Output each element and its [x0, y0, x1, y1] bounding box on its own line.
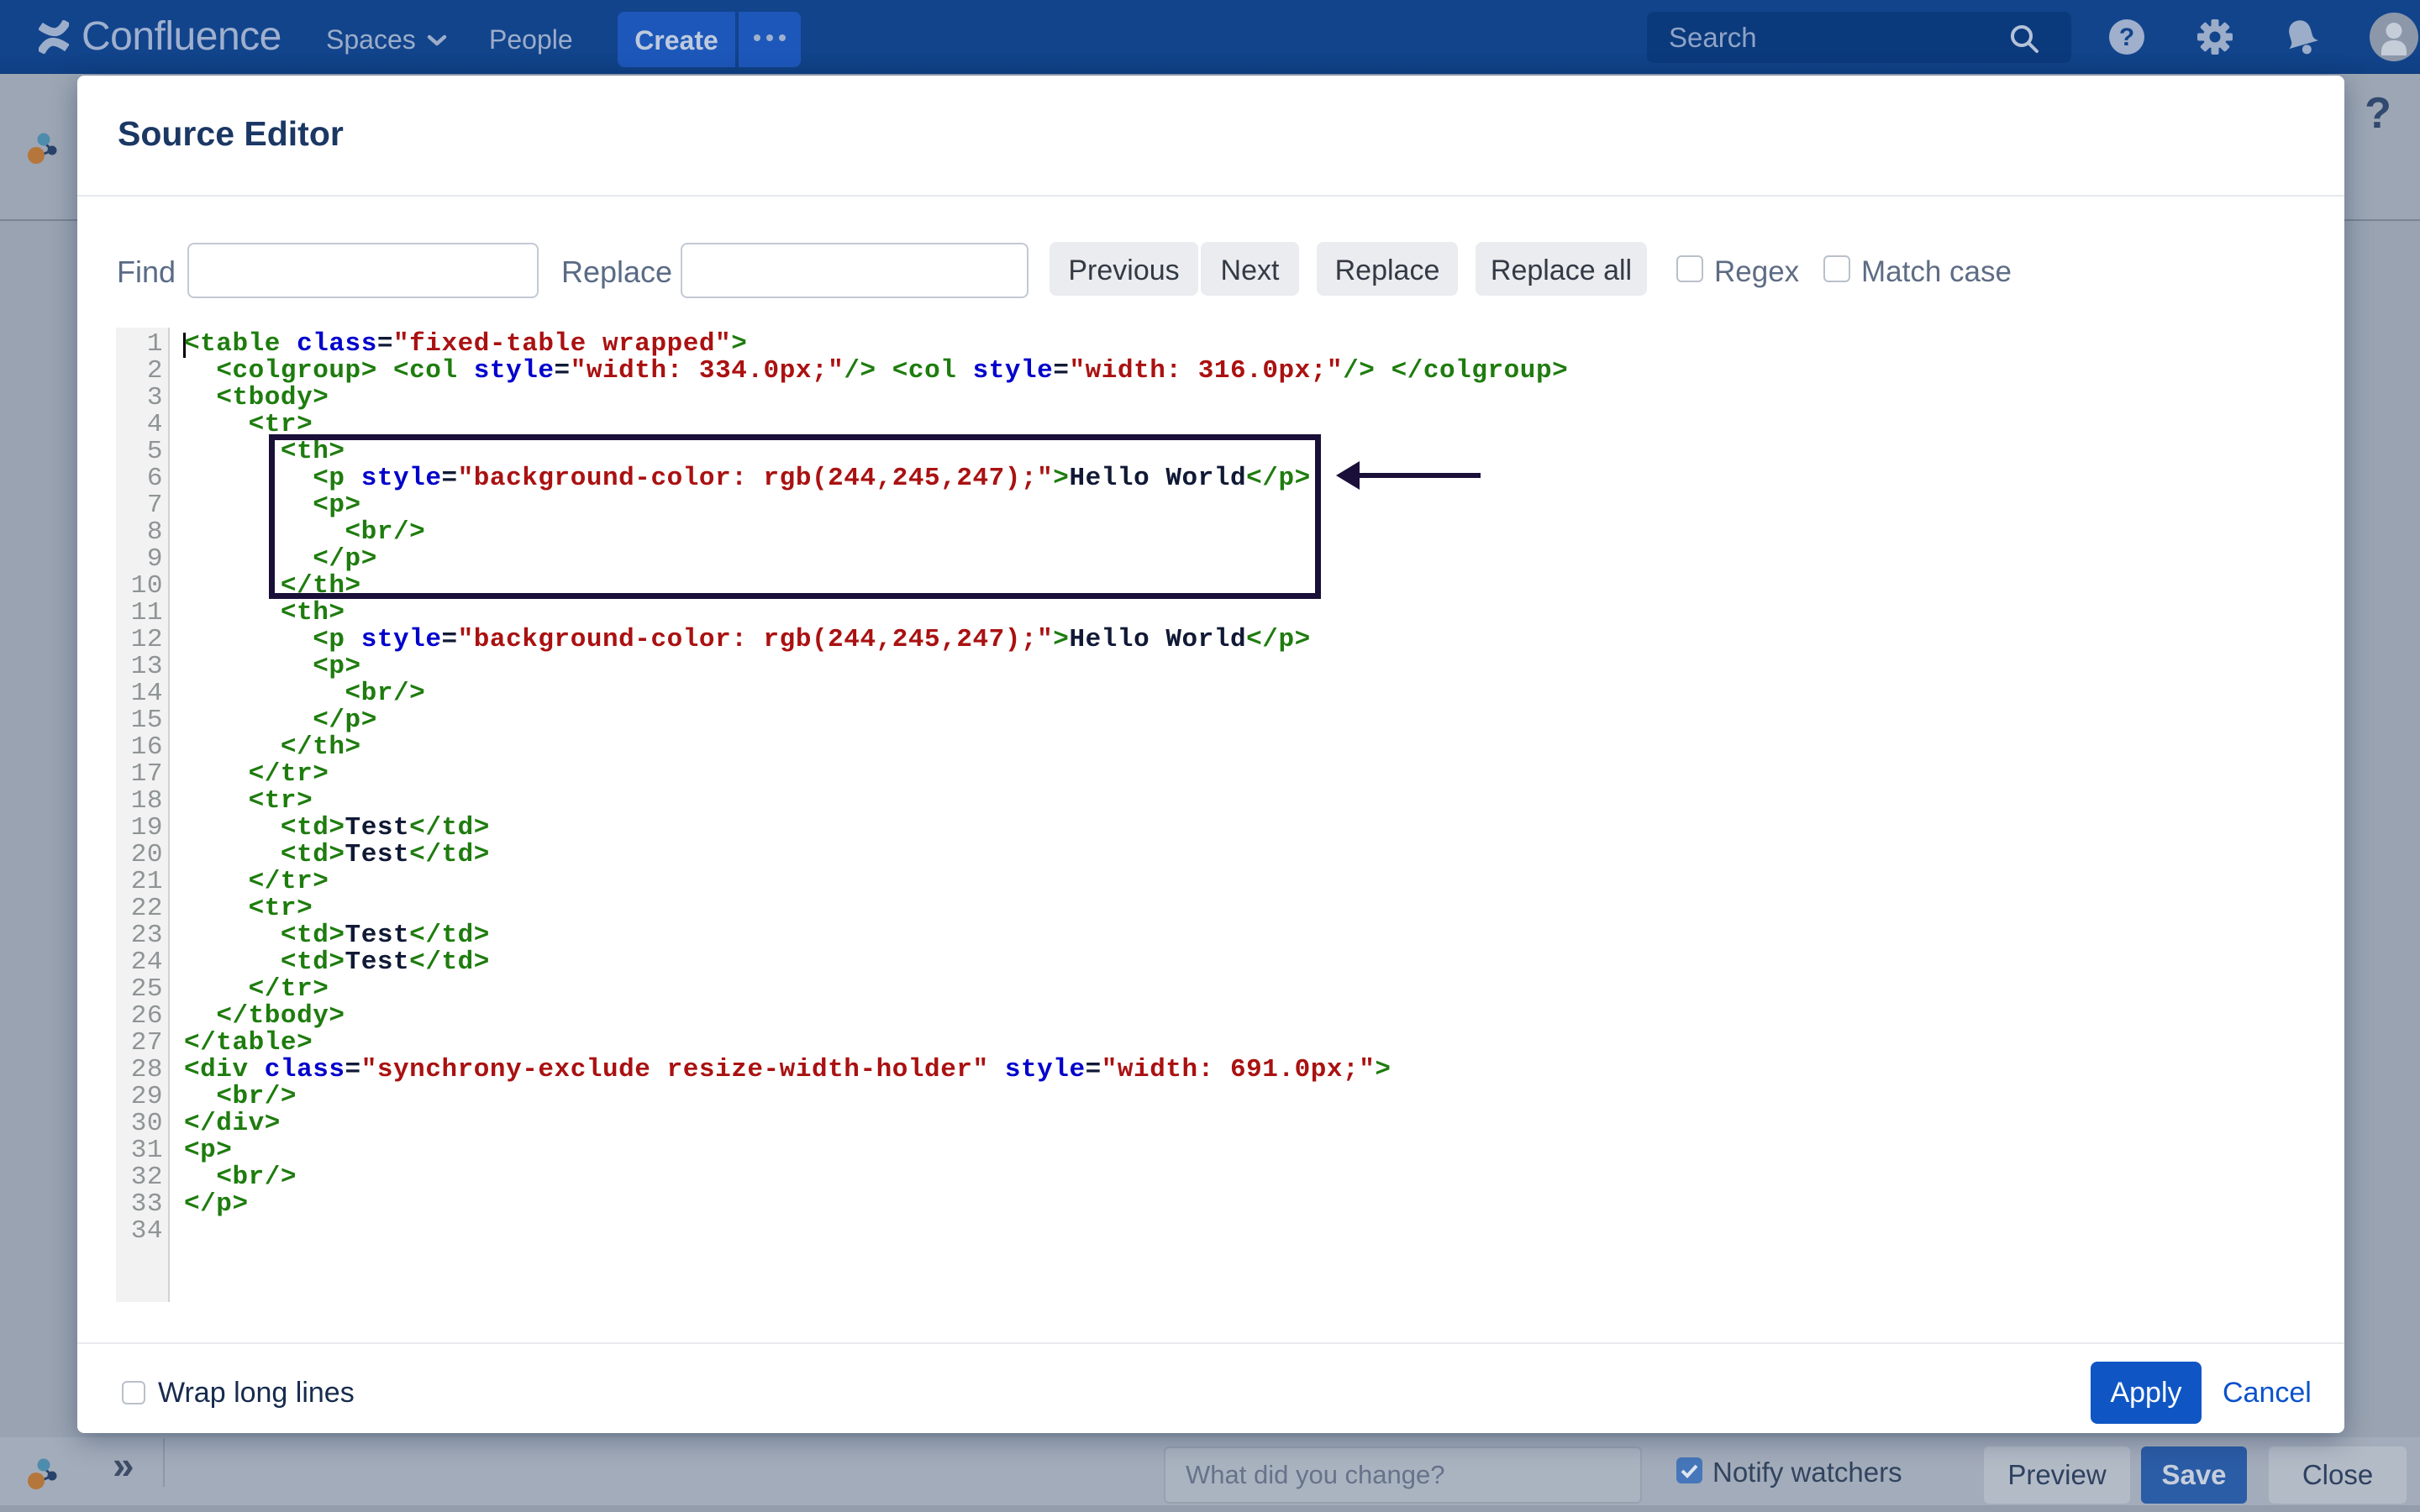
svg-text:?: ? [2119, 24, 2134, 51]
